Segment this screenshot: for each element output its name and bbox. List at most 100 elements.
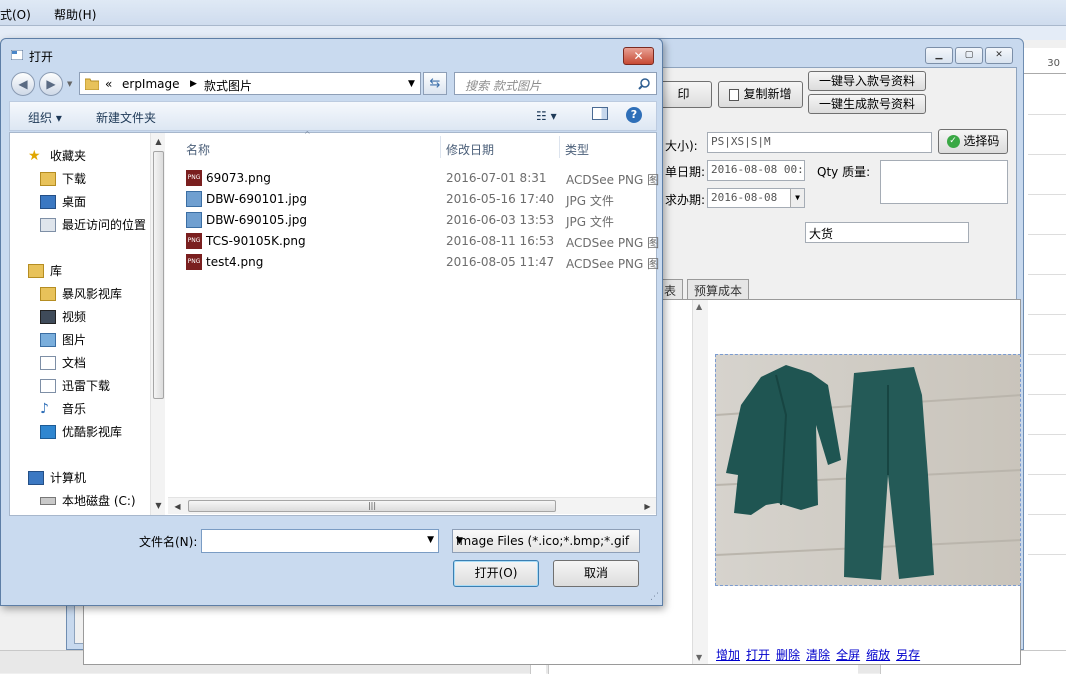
file-list-hscrollbar[interactable]: ◀ ||| ▶ [168,497,656,514]
music-library-icon: ♪ [40,400,49,417]
copy-icon [729,88,740,101]
menu-item-style[interactable]: 式(O) [0,6,31,23]
copy-new-button[interactable]: 复制新增 [718,81,803,108]
organize-menu[interactable]: 组织 ▾ [28,109,62,126]
ruler: 30 [1024,48,1066,74]
print-button[interactable]: 印 [655,81,712,108]
image-clear-link[interactable]: 清除 [806,646,830,663]
folder-icon [85,78,99,90]
copy-new-label: 复制新增 [743,87,792,101]
file-type-filter[interactable]: Image Files (*.ico;*.bmp;*.gif ▼ [452,529,640,553]
handle-date-field[interactable]: 2016-08-08 ▼ [707,188,805,208]
nav-item-videos[interactable]: 视频 [40,308,86,325]
size-field[interactable]: PS|XS|S|M [707,132,932,153]
document-library-icon [40,355,56,370]
resize-grip-icon[interactable]: ⋰ [650,592,659,602]
address-segment-erpimage[interactable]: erpImage [122,77,180,91]
open-button[interactable]: 打开(O) [453,560,539,587]
dialog-body: ★ 收藏夹 下载 桌面 最近访问的位置 库 暴风影视库 视频 图片 文档 迅雷下载… [9,130,659,516]
refresh-icon[interactable]: ⇆ [423,72,447,95]
nav-item-libraries[interactable]: 库 [28,262,62,279]
column-header-name[interactable]: 名称 [186,141,210,158]
png-file-icon: PNG [186,254,202,270]
qty-field[interactable] [880,160,1008,204]
file-row[interactable]: DBW-690105.jpg 2016-06-03 13:53 JPG 文件 [184,210,654,230]
library-icon [28,263,44,278]
handle-date-label: 求办期: [665,193,706,207]
sort-arrow-icon: ^ [304,130,311,139]
nav-item-documents[interactable]: 文档 [40,354,86,371]
image-fullscreen-link[interactable]: 全屏 [836,646,860,663]
dropdown-arrow-icon[interactable]: ▼ [790,189,804,207]
file-row[interactable]: PNG TCS-90105K.png 2016-08-11 16:53 ACDS… [184,231,659,251]
view-options-icon[interactable]: ☷ ▾ [536,109,557,123]
generate-style-button[interactable]: 一键生成款号资料 [808,94,926,114]
menu-item-help[interactable]: 帮助(H) [54,6,96,23]
nav-item-baofeng[interactable]: 暴风影视库 [40,285,122,302]
maximize-button[interactable]: ▢ [955,47,983,64]
date-field[interactable]: 2016-08-08 00:00 [707,160,805,181]
scroll-right-icon[interactable]: ▶ [640,500,655,514]
computer-icon [28,470,44,485]
nav-item-favorites[interactable]: ★ 收藏夹 [28,147,86,164]
forward-button[interactable]: ▶ [39,72,63,96]
nav-item-recent-places[interactable]: 最近访问的位置 [40,216,146,233]
nav-item-pictures[interactable]: 图片 [40,331,86,348]
nav-item-desktop[interactable]: 桌面 [40,193,86,210]
minimize-button[interactable]: ▁ [925,47,953,64]
image-delete-link[interactable]: 删除 [776,646,800,663]
nav-item-music[interactable]: ♪ 音乐 [40,400,86,417]
filename-input[interactable]: ▼ [201,529,439,553]
hscroll-thumb[interactable]: ||| [188,500,556,512]
column-header-date[interactable]: 修改日期 [446,141,494,158]
scroll-down-icon[interactable]: ▼ [151,499,166,513]
select-code-button[interactable]: ✓ 选择码 [938,129,1008,154]
main-menubar: 式(O) 帮助(H) [0,0,1066,26]
address-dropdown-icon[interactable]: ▼ [408,79,415,89]
nav-item-thunder-downloads[interactable]: 迅雷下载 [40,377,110,394]
file-row[interactable]: PNG 69073.png 2016-07-01 8:31 ACDSee PNG… [184,168,659,188]
filename-dropdown-icon[interactable]: ▼ [427,535,434,545]
product-image[interactable] [715,354,1021,586]
file-row[interactable]: DBW-690101.jpg 2016-05-16 17:40 JPG 文件 [184,189,654,209]
video-library-icon [40,309,56,324]
preview-pane-icon[interactable] [592,107,608,123]
panel-scrollbar[interactable]: ▲ ▼ [692,300,708,664]
command-bar: 组织 ▾ 新建文件夹 ☷ ▾ ? [9,101,657,131]
nav-item-computer[interactable]: 计算机 [28,469,86,486]
nav-item-local-disk[interactable]: 本地磁盘 (C:) [40,492,136,509]
file-row[interactable]: PNG test4.png 2016-08-05 11:47 ACDSee PN… [184,252,659,272]
image-actions: 增加 打开 删除 清除 全屏 缩放 另存 [716,646,920,663]
new-folder-button[interactable]: 新建文件夹 [96,109,156,126]
close-button[interactable]: ✕ [985,47,1013,64]
scroll-left-icon[interactable]: ◀ [170,500,185,514]
help-icon[interactable]: ? [626,107,642,123]
jpg-file-icon [186,212,202,228]
image-zoom-link[interactable]: 缩放 [866,646,890,663]
tab-budget-cost[interactable]: 预算成本 [687,279,750,299]
dialog-close-button[interactable]: ✕ [623,47,654,65]
column-header-type[interactable]: 类型 [565,141,589,158]
nav-item-downloads[interactable]: 下载 [40,170,86,187]
folder-icon [40,286,56,301]
recent-dropdown-icon[interactable]: ▼ [67,80,72,88]
png-file-icon: PNG [186,233,202,249]
back-button[interactable]: ◀ [11,72,35,96]
address-bar[interactable]: « erpImage ▶ 款式图片 ▼ [79,72,421,95]
open-file-dialog: 打开 ✕ ◀ ▶ ▼ « erpImage ▶ 款式图片 ▼ ⇆ 搜索 款式图片… [0,38,663,606]
document-library-icon [40,378,56,393]
size-label: 大小): [665,139,698,153]
address-segment-style-images[interactable]: 款式图片 [204,77,252,94]
goods-type-field[interactable]: 大货 [805,222,969,243]
import-style-button[interactable]: 一键导入款号资料 [808,71,926,91]
png-file-icon: PNG [186,170,202,186]
scroll-up-icon[interactable]: ▲ [151,135,166,149]
image-open-link[interactable]: 打开 [746,646,770,663]
search-input[interactable]: 搜索 款式图片 [454,72,657,95]
image-add-link[interactable]: 增加 [716,646,740,663]
scroll-thumb[interactable] [153,151,164,399]
nav-item-youku[interactable]: 优酷影视库 [40,423,122,440]
navigation-scrollbar[interactable]: ▲ ▼ [150,133,165,515]
cancel-button[interactable]: 取消 [553,560,639,587]
image-save-as-link[interactable]: 另存 [896,646,920,663]
